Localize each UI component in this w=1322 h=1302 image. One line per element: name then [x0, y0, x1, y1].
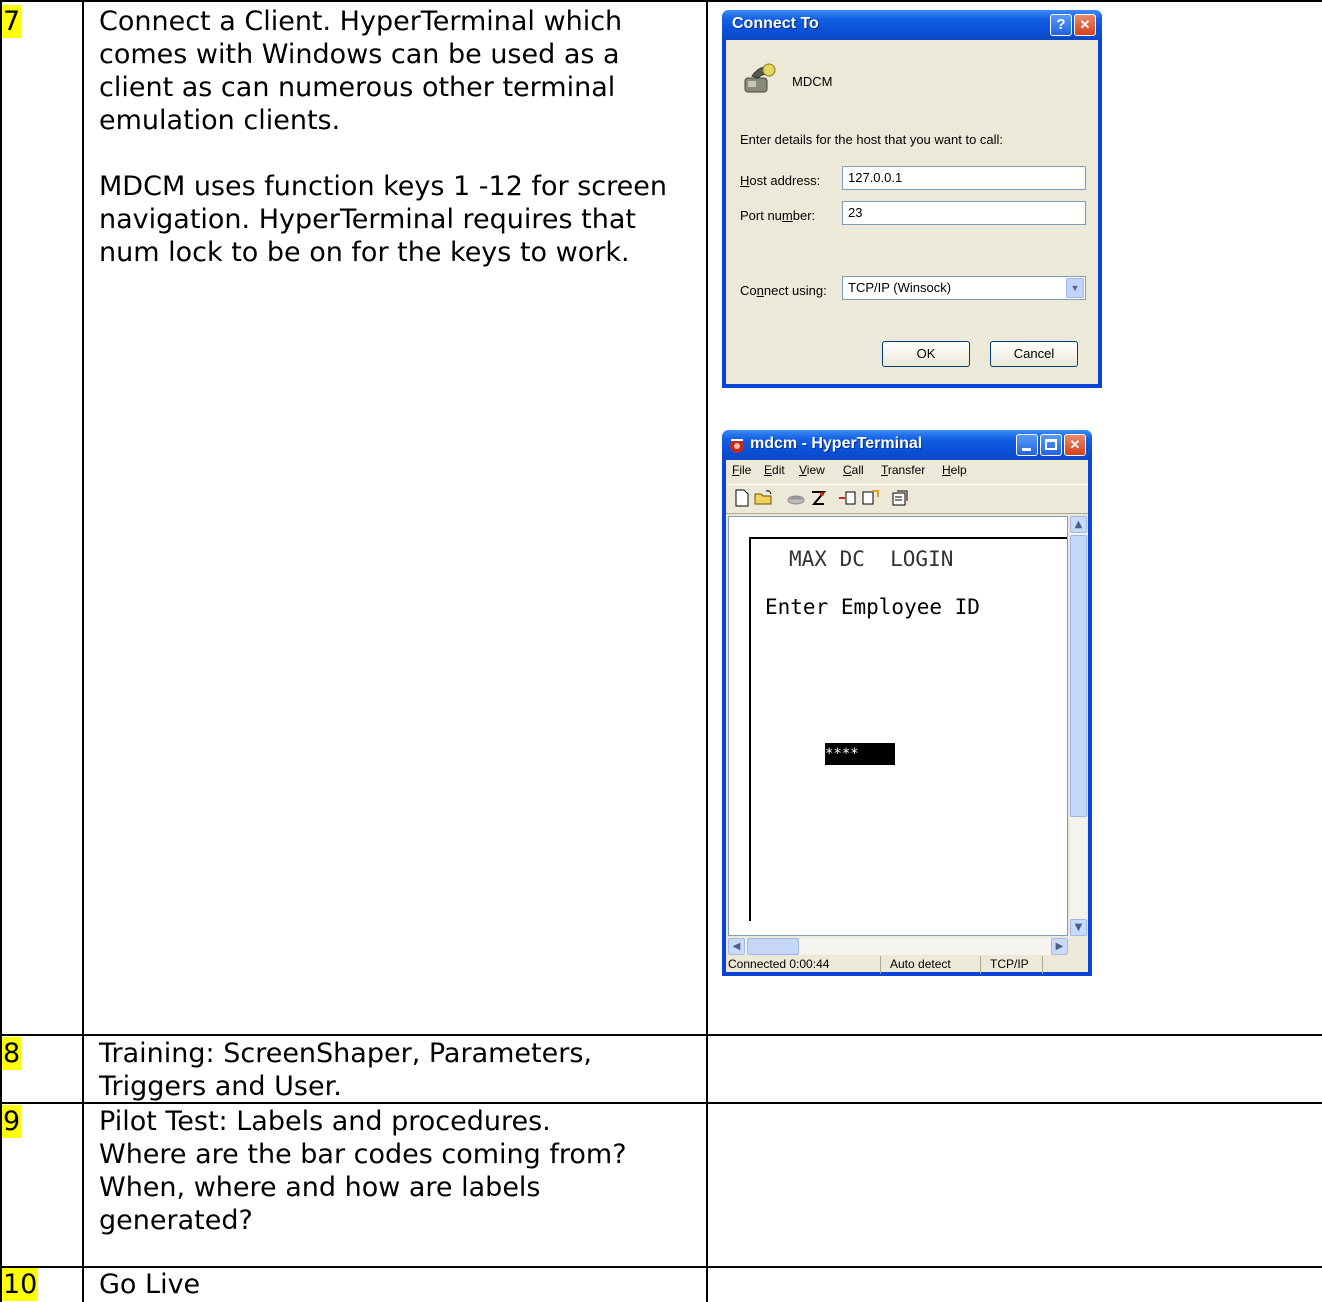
help-button[interactable]: ? — [1050, 14, 1072, 36]
step-description-8: Training: ScreenShaper, Parameters, Trig… — [99, 1038, 592, 1102]
menu-file[interactable]: File — [732, 463, 751, 477]
dialog-title: Connect To — [732, 15, 819, 32]
port-number-input[interactable]: 23 — [842, 201, 1086, 225]
connect-using-value: TCP/IP (Winsock) — [848, 280, 952, 295]
menu-view[interactable]: View — [799, 463, 825, 477]
disconnect-icon[interactable] — [786, 489, 806, 507]
menu-help[interactable]: Help — [942, 463, 967, 477]
table-top-border — [0, 0, 1322, 2]
hyperterminal-titlebar: mdcm - HyperTerminal ✕ — [722, 430, 1092, 460]
menu-call[interactable]: Call — [843, 463, 864, 477]
terminal-top-edge — [749, 537, 1067, 539]
step-number-8: 8 — [2, 1037, 22, 1070]
status-detect: Auto detect — [890, 957, 951, 971]
chevron-down-icon[interactable]: ▼ — [1066, 278, 1084, 298]
close-button[interactable]: ✕ — [1074, 14, 1096, 36]
hyperterminal-title: mdcm - HyperTerminal — [750, 435, 923, 452]
connect-to-dialog: Connect To ? ✕ MDCM Enter details for th… — [722, 10, 1102, 388]
connect-using-select[interactable]: TCP/IP (Winsock) ▼ — [842, 276, 1086, 300]
properties-icon[interactable] — [890, 489, 910, 507]
step-number-9: 9 — [2, 1105, 22, 1138]
status-divider-3 — [1042, 956, 1043, 974]
step-description-10: Go Live — [99, 1269, 201, 1300]
dialog-titlebar: Connect To ? ✕ — [722, 10, 1102, 40]
scroll-down-button[interactable]: ▼ — [1070, 919, 1087, 936]
horizontal-scroll-thumb[interactable] — [747, 938, 799, 955]
send-icon[interactable] — [838, 489, 858, 507]
receive-icon[interactable] — [860, 489, 880, 507]
dial-icon[interactable] — [808, 489, 828, 507]
new-icon[interactable] — [732, 489, 752, 507]
hyperterminal-app-icon — [730, 439, 744, 453]
step-description-9: Pilot Test: Labels and procedures. Where… — [99, 1106, 627, 1236]
hyperterminal-body: File Edit View Call Transfer Help MAX DC… — [726, 460, 1088, 974]
phone-connection-icon — [744, 63, 776, 93]
scroll-up-button[interactable]: ▲ — [1070, 516, 1087, 533]
close-button[interactable]: ✕ — [1064, 434, 1086, 456]
column-divider-step — [82, 0, 84, 1302]
connection-name: MDCM — [792, 74, 833, 89]
terminal-line-prompt: Enter Employee ID — [765, 595, 980, 619]
vertical-scrollbar[interactable]: ▲ ▼ — [1070, 516, 1087, 936]
maximize-button[interactable] — [1040, 434, 1062, 456]
ok-button[interactable]: OK — [882, 341, 970, 367]
masked-input-field[interactable]: **** — [825, 743, 895, 765]
status-connected: Connected 0:00:44 — [728, 957, 830, 971]
status-bar: Connected 0:00:44 Auto detect TCP/IP — [726, 956, 1088, 974]
cancel-button[interactable]: Cancel — [990, 341, 1078, 367]
status-protocol: TCP/IP — [990, 957, 1029, 971]
step-number-7: 7 — [2, 5, 22, 38]
step-description-7: Connect a Client. HyperTerminal which co… — [99, 6, 667, 268]
vertical-scroll-thumb[interactable] — [1070, 535, 1087, 817]
menu-bar: File Edit View Call Transfer Help — [726, 463, 1088, 481]
dialog-prompt: Enter details for the host that you want… — [740, 132, 1004, 147]
terminal-cursor-edge — [749, 537, 751, 921]
status-divider-1 — [880, 956, 881, 974]
row-border-8 — [0, 1034, 1322, 1036]
status-divider-2 — [980, 956, 981, 974]
scroll-right-button[interactable]: ▶ — [1051, 938, 1068, 955]
horizontal-scrollbar[interactable]: ◀ ▶ — [728, 938, 1068, 955]
toolbar — [726, 484, 1088, 514]
dialog-body: MDCM Enter details for the host that you… — [726, 40, 1098, 384]
connect-using-label: Connect using: — [740, 283, 827, 298]
scroll-left-button[interactable]: ◀ — [728, 938, 745, 955]
menu-transfer[interactable]: Transfer — [881, 463, 925, 477]
terminal-screen[interactable]: MAX DC LOGIN Enter Employee ID **** — [728, 516, 1068, 936]
menu-edit[interactable]: Edit — [764, 463, 785, 477]
column-divider-desc — [706, 0, 708, 1302]
minimize-button[interactable] — [1016, 434, 1038, 456]
host-address-label: Host address: — [740, 173, 821, 188]
port-number-label: Port number: — [740, 208, 816, 223]
terminal-line-title: MAX DC LOGIN — [789, 547, 954, 571]
hyperterminal-window: mdcm - HyperTerminal ✕ File Edit View Ca… — [722, 430, 1092, 976]
host-address-input[interactable]: 127.0.0.1 — [842, 166, 1086, 190]
open-icon[interactable] — [754, 489, 774, 507]
step-number-10: 10 — [2, 1268, 39, 1301]
